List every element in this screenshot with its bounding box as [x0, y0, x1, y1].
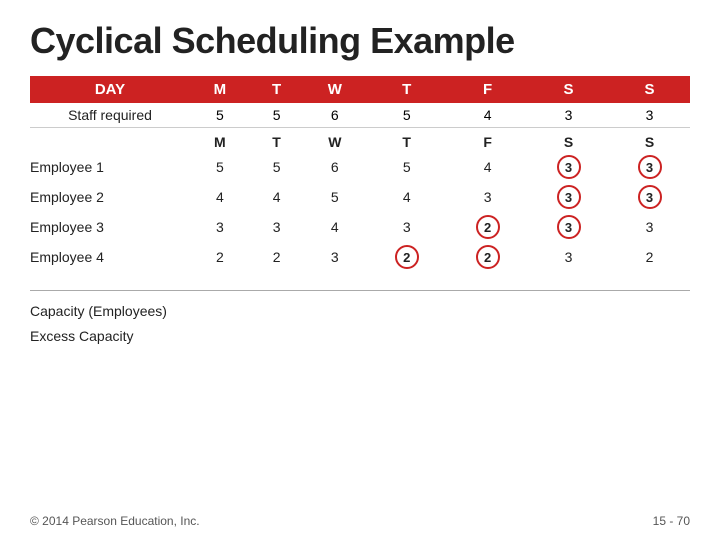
col-w: W: [303, 76, 366, 103]
employee-4-name: Employee 4: [30, 242, 190, 272]
page: Cyclical Scheduling Example DAY M T W T …: [0, 0, 720, 540]
sub-header-row: M T W T F S S: [30, 128, 690, 153]
employee-4-row: Employee 4 2 2 3 2 2 3 2: [30, 242, 690, 272]
col-m: M: [190, 76, 250, 103]
circled-value: 2: [395, 245, 419, 269]
divider: [30, 290, 690, 291]
staff-f: 4: [447, 103, 528, 128]
staff-t1: 5: [250, 103, 304, 128]
sub-t1: T: [250, 128, 304, 153]
col-s1: S: [528, 76, 609, 103]
circled-value: 2: [476, 215, 500, 239]
staff-m: 5: [190, 103, 250, 128]
sub-s1: S: [528, 128, 609, 153]
copyright: © 2014 Pearson Education, Inc.: [30, 514, 200, 528]
staff-s1: 3: [528, 103, 609, 128]
page-title: Cyclical Scheduling Example: [30, 20, 690, 62]
sub-t2: T: [366, 128, 447, 153]
circled-value: 3: [638, 155, 662, 179]
page-number: 15 - 70: [653, 514, 690, 528]
circled-value: 2: [476, 245, 500, 269]
employee-2-row: Employee 2 4 4 5 4 3 3 3: [30, 182, 690, 212]
circled-value: 3: [638, 185, 662, 209]
sub-w: W: [303, 128, 366, 153]
employee-2-name: Employee 2: [30, 182, 190, 212]
circled-value: 3: [557, 215, 581, 239]
col-t1: T: [250, 76, 304, 103]
schedule-table: DAY M T W T F S S Staff required 5 5 6 5…: [30, 76, 690, 272]
staff-t2: 5: [366, 103, 447, 128]
staff-w: 6: [303, 103, 366, 128]
staff-row: Staff required 5 5 6 5 4 3 3: [30, 103, 690, 128]
employee-3-name: Employee 3: [30, 212, 190, 242]
employee-1-name: Employee 1: [30, 152, 190, 182]
employee-1-row: Employee 1 5 5 6 5 4 3 3: [30, 152, 690, 182]
circled-value: 3: [557, 185, 581, 209]
footer: © 2014 Pearson Education, Inc. 15 - 70: [30, 514, 690, 528]
excess-label: Excess Capacity: [30, 324, 690, 349]
circled-value: 3: [557, 155, 581, 179]
employee-3-row: Employee 3 3 3 4 3 2 3 3: [30, 212, 690, 242]
col-f: F: [447, 76, 528, 103]
bottom-labels: Capacity (Employees) Excess Capacity: [30, 299, 690, 349]
col-s2: S: [609, 76, 690, 103]
staff-label: Staff required: [30, 103, 190, 128]
capacity-label: Capacity (Employees): [30, 299, 690, 324]
staff-s2: 3: [609, 103, 690, 128]
sub-s2: S: [609, 128, 690, 153]
col-t2: T: [366, 76, 447, 103]
day-header: DAY: [30, 76, 190, 103]
sub-f: F: [447, 128, 528, 153]
header-row: DAY M T W T F S S: [30, 76, 690, 103]
sub-m: M: [190, 128, 250, 153]
